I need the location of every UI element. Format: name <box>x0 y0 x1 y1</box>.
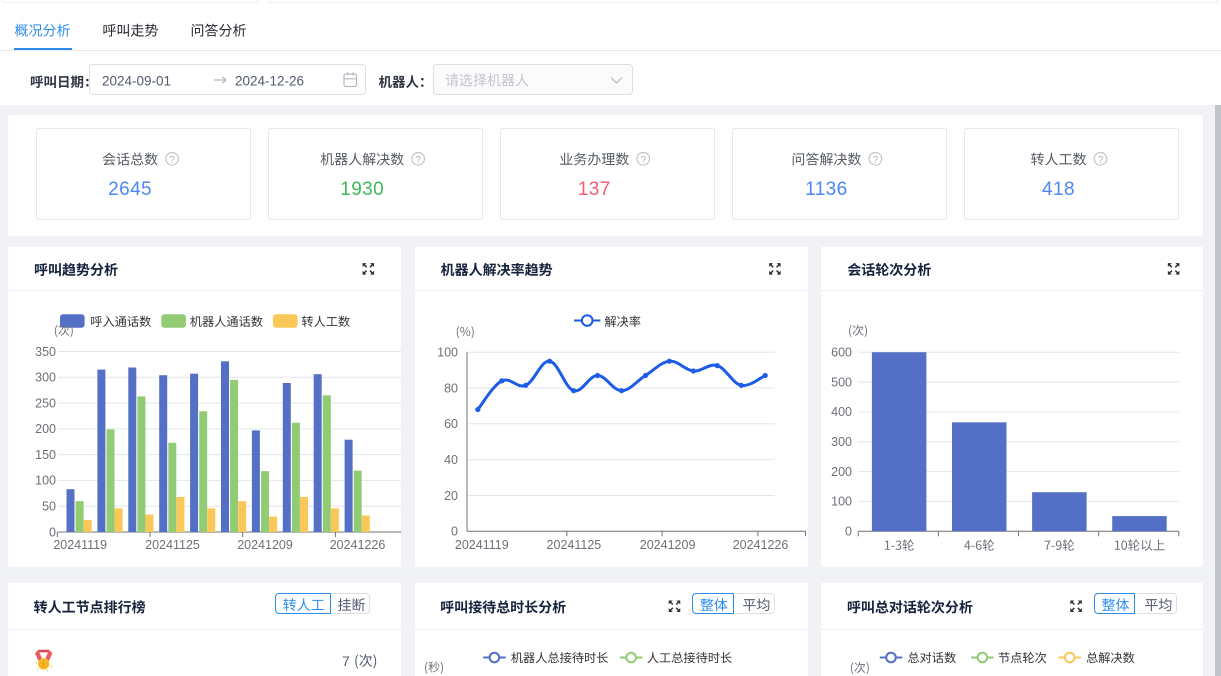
svg-text:100: 100 <box>437 346 458 360</box>
svg-text:20241226: 20241226 <box>733 538 789 552</box>
svg-text:?: ? <box>169 155 175 166</box>
svg-text:20241125: 20241125 <box>145 538 200 552</box>
svg-text:40: 40 <box>444 453 458 467</box>
svg-text:350: 350 <box>35 345 56 359</box>
svg-text:7: 7 <box>342 653 350 669</box>
svg-text:400: 400 <box>831 405 852 419</box>
svg-text:500: 500 <box>831 375 852 389</box>
svg-text:?: ? <box>873 155 879 166</box>
svg-text:137: 137 <box>578 179 611 200</box>
svg-text:20: 20 <box>444 489 458 503</box>
svg-text:50: 50 <box>42 500 56 514</box>
svg-text:250: 250 <box>35 396 56 410</box>
svg-text:2024-12-26: 2024-12-26 <box>235 73 304 88</box>
svg-text:300: 300 <box>35 371 56 385</box>
svg-text:1136: 1136 <box>805 179 847 200</box>
svg-text:?: ? <box>415 155 421 166</box>
svg-text:20241125: 20241125 <box>547 538 602 552</box>
svg-text:80: 80 <box>444 381 458 395</box>
svg-text:200: 200 <box>831 465 852 479</box>
svg-text:20241119: 20241119 <box>53 538 107 552</box>
svg-text:60: 60 <box>444 417 458 431</box>
svg-text:?: ? <box>1098 155 1104 166</box>
svg-text:?: ? <box>641 155 647 166</box>
svg-text:20241209: 20241209 <box>640 538 696 552</box>
svg-text:20241119: 20241119 <box>455 538 509 552</box>
svg-text:2024-09-01: 2024-09-01 <box>102 73 171 88</box>
svg-text:418: 418 <box>1042 179 1075 200</box>
svg-text:20241226: 20241226 <box>330 538 386 552</box>
svg-text:100: 100 <box>35 474 56 488</box>
svg-text:0: 0 <box>451 525 458 539</box>
svg-text:600: 600 <box>831 346 852 360</box>
svg-text:0: 0 <box>845 525 852 539</box>
svg-text:150: 150 <box>35 448 56 462</box>
svg-text:2645: 2645 <box>108 179 152 200</box>
svg-text:200: 200 <box>35 422 56 436</box>
svg-text:300: 300 <box>831 435 852 449</box>
svg-text:1930: 1930 <box>340 179 384 200</box>
svg-text:20241209: 20241209 <box>237 538 293 552</box>
svg-text:100: 100 <box>831 495 852 509</box>
